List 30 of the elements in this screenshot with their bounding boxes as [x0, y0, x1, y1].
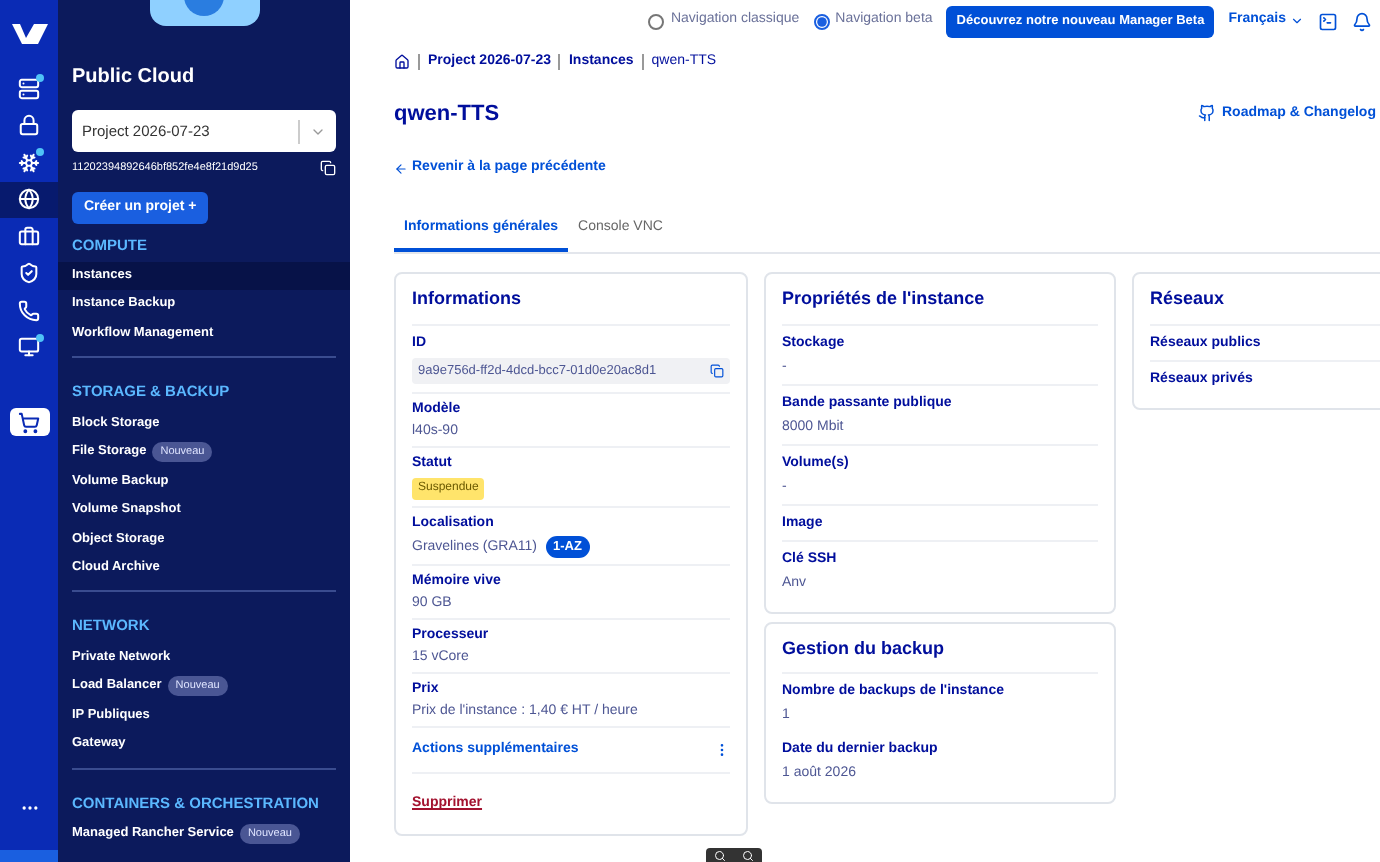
radio-button[interactable] — [813, 13, 830, 29]
search-icon[interactable] — [742, 850, 754, 862]
chevron-icon — [1290, 14, 1304, 28]
card-title: Informations — [412, 286, 730, 326]
snowflake-icon — [18, 151, 40, 174]
shield-icon — [18, 262, 40, 285]
bell-icon[interactable] — [1352, 11, 1372, 31]
phone-icon — [18, 299, 40, 322]
briefcase-icon — [18, 225, 40, 248]
sidebar-title: Public Cloud — [72, 64, 197, 92]
home-icon[interactable] — [394, 54, 410, 71]
logo-icon — [9, 22, 49, 46]
globe-banner-icon — [150, 0, 260, 28]
card-title: Réseaux — [1150, 286, 1380, 326]
terminal-icon[interactable] — [1318, 11, 1338, 31]
server-icon — [18, 77, 40, 100]
globe-icon — [18, 188, 40, 211]
lock-icon — [18, 114, 40, 137]
page-title: qwen-TTS — [394, 99, 500, 129]
card-title: Gestion du backup — [782, 635, 1098, 675]
cart-icon — [18, 411, 40, 434]
copy-icon[interactable] — [320, 160, 336, 177]
copy-icon[interactable] — [710, 363, 724, 378]
arrow-left-icon — [394, 161, 408, 176]
rail-item[interactable] — [0, 181, 58, 218]
card-title: Propriétés de l'instance — [782, 286, 1098, 326]
monitor-icon — [18, 336, 40, 359]
search-icon[interactable] — [714, 850, 726, 862]
radio-button[interactable] — [648, 13, 665, 29]
github-icon — [1197, 104, 1216, 123]
